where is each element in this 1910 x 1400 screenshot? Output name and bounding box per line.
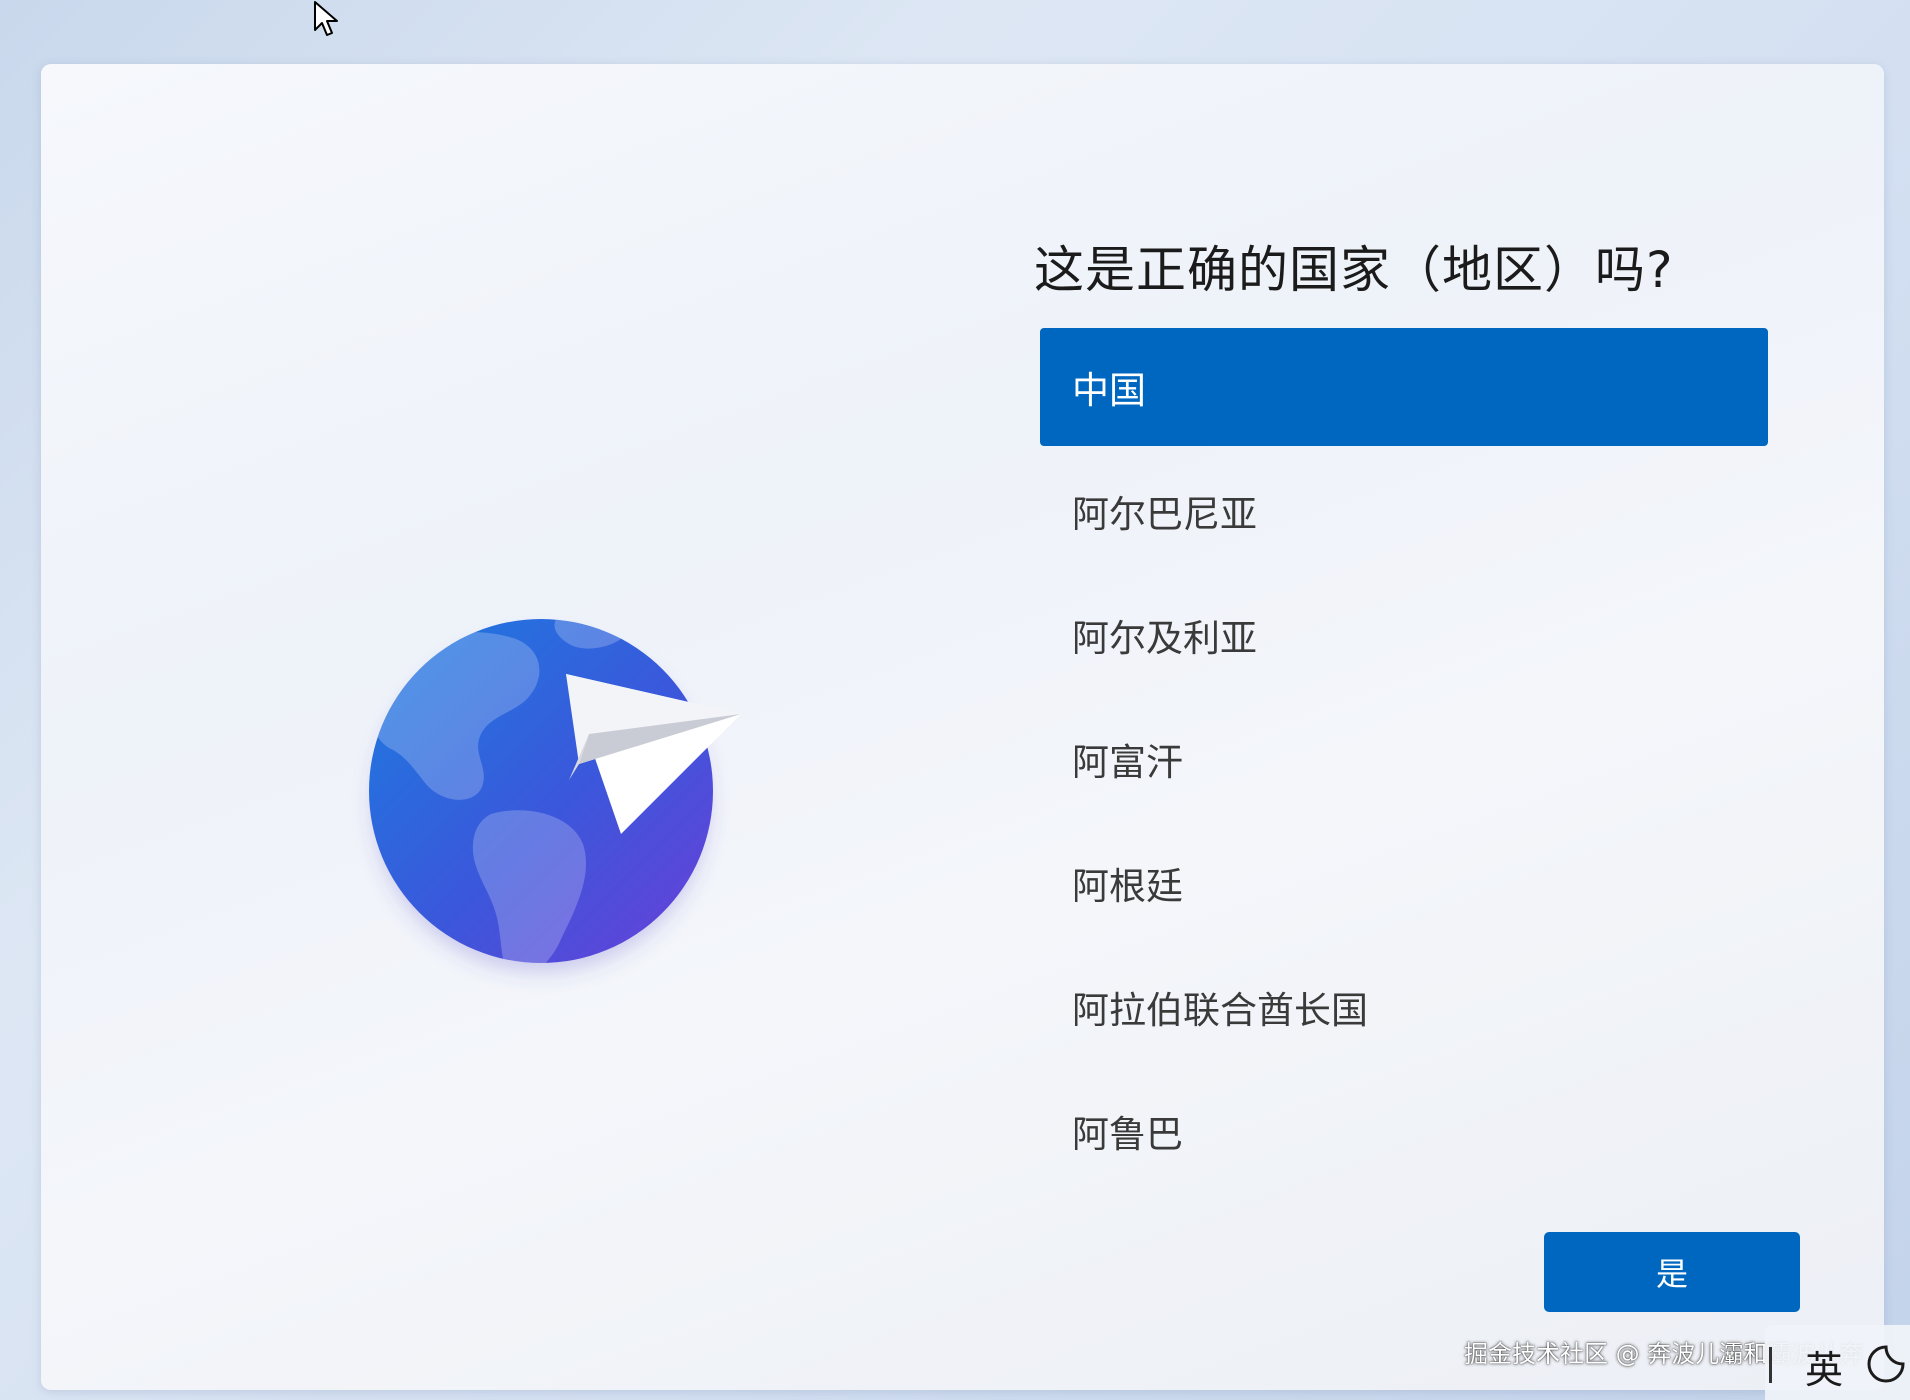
system-tray: 英 xyxy=(1765,1325,1910,1400)
region-option-china[interactable]: 中国 xyxy=(1040,328,1768,446)
region-option-label: 阿拉伯联合酋长国 xyxy=(1072,989,1368,1032)
page-title: 这是正确的国家（地区）吗? xyxy=(1034,241,1674,299)
region-option-afghanistan[interactable]: 阿富汗 xyxy=(1040,700,1768,818)
mouse-cursor-icon xyxy=(314,1,338,36)
region-option-albania[interactable]: 阿尔巴尼亚 xyxy=(1040,452,1768,570)
region-option-label: 阿尔巴尼亚 xyxy=(1072,493,1257,536)
region-option-aruba[interactable]: 阿鲁巴 xyxy=(1040,1072,1768,1190)
region-option-label: 阿根廷 xyxy=(1072,865,1183,908)
region-option-argentina[interactable]: 阿根廷 xyxy=(1040,824,1768,942)
region-option-algeria[interactable]: 阿尔及利亚 xyxy=(1040,576,1768,694)
region-list[interactable]: 中国 阿尔巴尼亚 阿尔及利亚 阿富汗 阿根廷 阿拉伯联合酋长国 阿鲁巴 xyxy=(1040,328,1768,1196)
globe-paper-plane-icon xyxy=(369,619,741,972)
region-option-label: 中国 xyxy=(1072,369,1146,412)
setup-panel: 这是正确的国家（地区）吗? 中国 阿尔巴尼亚 阿尔及利亚 阿富汗 阿根廷 阿拉伯… xyxy=(41,64,1884,1390)
accessibility-icon[interactable] xyxy=(1865,1343,1907,1385)
region-option-label: 阿鲁巴 xyxy=(1072,1113,1183,1156)
region-option-uae[interactable]: 阿拉伯联合酋长国 xyxy=(1040,948,1768,1066)
yes-button[interactable]: 是 xyxy=(1544,1232,1800,1312)
region-option-label: 阿尔及利亚 xyxy=(1072,617,1257,660)
ime-mode-indicator[interactable]: 英 xyxy=(1805,1339,1843,1394)
region-option-label: 阿富汗 xyxy=(1072,741,1183,784)
tray-separator xyxy=(1769,1347,1772,1383)
